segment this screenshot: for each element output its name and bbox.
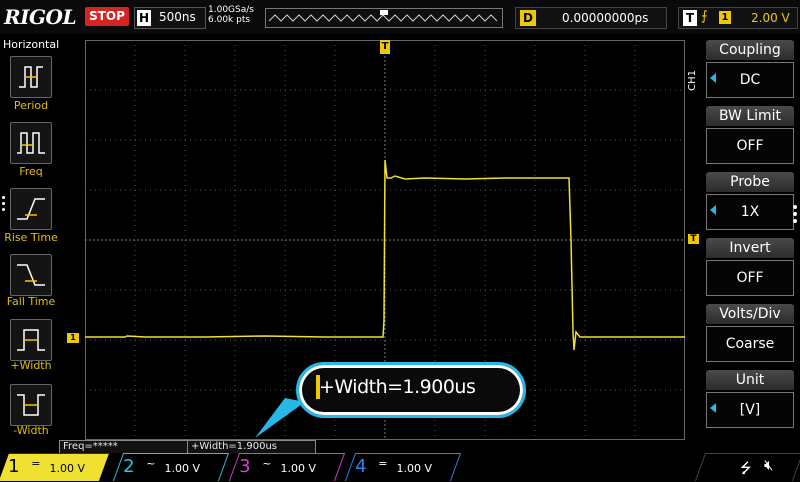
probe-softkey[interactable]: Probe 1X	[706, 172, 794, 232]
left-scroll-dots	[2, 196, 5, 214]
fall-time-button[interactable]	[10, 254, 52, 296]
channel2-number: 2	[123, 456, 135, 477]
positive-width-button[interactable]	[10, 319, 52, 361]
acquisition-info: 1.00GSa/s 6.00k pts	[208, 5, 254, 25]
channel1-offset-marker[interactable]: 1	[67, 333, 79, 343]
trigger-level: 2.00 V	[751, 11, 790, 25]
horizontal-measure-menu: Horizontal Period Freq Rise Time Fall Ti…	[0, 38, 62, 438]
unit-label: Unit	[706, 370, 794, 390]
fall-time-label: Fall Time	[6, 295, 56, 308]
positive-width-icon	[17, 329, 45, 351]
sample-rate: 1.00GSa/s	[208, 5, 254, 15]
delay-badge: D	[520, 10, 536, 26]
channel4-coupling: =	[378, 457, 388, 470]
channel3-number: 3	[239, 456, 251, 477]
channel4-scale: 1.00 V	[396, 462, 432, 475]
frequency-button[interactable]	[10, 122, 52, 164]
negative-width-button[interactable]	[10, 384, 52, 426]
volts-div-value: Coarse	[706, 326, 794, 362]
fall-time-icon	[17, 264, 45, 286]
menu-title: Horizontal	[3, 38, 60, 51]
delay-readout[interactable]: D 0.00000000ps	[515, 7, 667, 29]
run-stop-indicator[interactable]: STOP	[85, 7, 129, 26]
volts-div-softkey[interactable]: Volts/Div Coarse	[706, 304, 794, 364]
menu-channel-label: CH1	[687, 70, 698, 91]
channel2-scale: 1.00 V	[164, 462, 200, 475]
negative-width-label: -Width	[13, 424, 49, 437]
channel1-tab[interactable]: 1 = 1.00 V	[0, 453, 110, 481]
trigger-position-marker[interactable]: T	[380, 40, 390, 54]
bw-limit-value: OFF	[706, 128, 794, 164]
selector-arrow-icon	[710, 403, 716, 413]
channel3-scale: 1.00 V	[280, 462, 316, 475]
channel2-tab[interactable]: 2 ~ 1.00 V	[112, 453, 230, 481]
coupling-value: DC	[706, 62, 794, 98]
period-icon	[19, 66, 43, 88]
bw-limit-softkey[interactable]: BW Limit OFF	[706, 106, 794, 166]
brand-logo: RIGOL	[4, 5, 77, 29]
probe-value: 1X	[706, 194, 794, 230]
frequency-icon	[17, 132, 45, 154]
bw-limit-label: BW Limit	[706, 106, 794, 126]
measurement-width[interactable]: +Width=1.900us	[187, 440, 316, 454]
channel1-coupling: =	[31, 457, 41, 470]
horizontal-badge: H	[137, 10, 151, 26]
channel1-number: 1	[8, 456, 20, 477]
delay-value: 0.00000000ps	[562, 11, 649, 25]
timebase-readout[interactable]: H 500ns	[134, 7, 206, 29]
right-scroll-dots	[793, 205, 798, 226]
period-button[interactable]	[10, 56, 52, 98]
invert-value: OFF	[706, 260, 794, 296]
usb-icon: ⭍	[740, 461, 752, 477]
frequency-label: Freq	[19, 165, 43, 178]
channel3-coupling: ~	[262, 457, 272, 470]
memory-overview-bar[interactable]	[265, 8, 503, 28]
unit-value: [V]	[706, 392, 794, 428]
channel4-tab[interactable]: 4 = 1.00 V	[344, 453, 462, 481]
invert-softkey[interactable]: Invert OFF	[706, 238, 794, 298]
negative-width-icon	[17, 394, 45, 416]
rising-edge-icon: ⨍	[701, 9, 708, 24]
channel1-scale: 1.00 V	[49, 462, 85, 475]
callout-text: +Width=1.900us	[319, 376, 476, 398]
trigger-source: 1	[719, 11, 731, 24]
rise-time-button[interactable]	[10, 188, 52, 230]
channel3-tab[interactable]: 3 ~ 1.00 V	[228, 453, 346, 481]
memory-waveform-thumbnail	[268, 10, 498, 22]
trigger-level-marker[interactable]: T	[688, 234, 699, 244]
selector-arrow-icon	[710, 205, 716, 215]
positive-width-label: +Width	[10, 359, 52, 372]
timebase-value: 500ns	[159, 10, 196, 24]
channel2-coupling: ~	[146, 457, 156, 470]
period-label: Period	[13, 99, 49, 112]
rise-time-label: Rise Time	[4, 231, 58, 244]
coupling-label: Coupling	[706, 40, 794, 60]
probe-label: Probe	[706, 172, 794, 192]
speaker-muted-icon[interactable]: 🔇︎	[764, 456, 773, 474]
measurement-freq[interactable]: Freq=*****	[59, 440, 188, 454]
channel-status-bar: 1 = 1.00 V 2 ~ 1.00 V 3 ~ 1.00 V 4 = 1.0…	[0, 453, 800, 481]
top-status-bar: RIGOL STOP H 500ns 1.00GSa/s 6.00k pts D…	[0, 0, 800, 34]
trigger-badge: T	[683, 10, 697, 26]
selector-arrow-icon	[710, 73, 716, 83]
unit-softkey[interactable]: Unit [V]	[706, 370, 794, 430]
rise-time-icon	[17, 198, 45, 220]
measurement-callout: +Width=1.900us	[296, 362, 526, 418]
trigger-readout[interactable]: T ⨍ 1 2.00 V	[678, 7, 798, 29]
memory-depth: 6.00k pts	[208, 15, 251, 25]
invert-label: Invert	[706, 238, 794, 258]
coupling-softkey[interactable]: Coupling DC	[706, 40, 794, 100]
channel4-number: 4	[355, 456, 367, 477]
volts-div-label: Volts/Div	[706, 304, 794, 324]
